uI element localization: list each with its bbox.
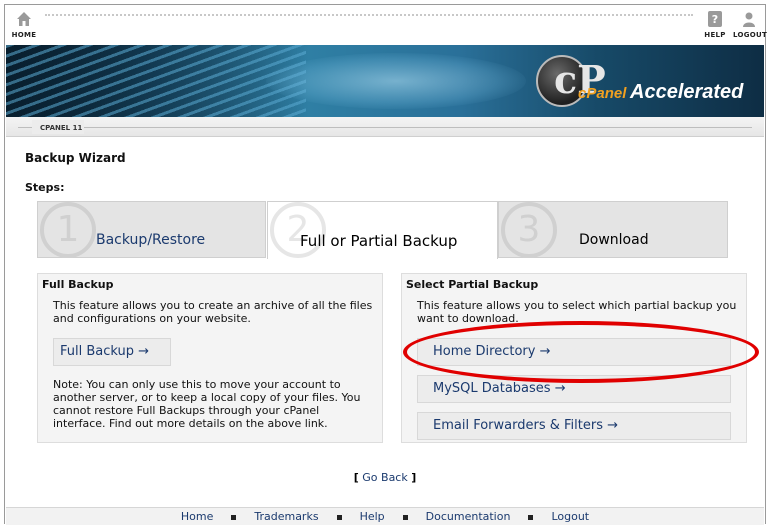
- footer-separator: [336, 514, 342, 520]
- version-label: CPANEL 11: [40, 124, 83, 132]
- logout-label: LOGOUT: [733, 31, 768, 39]
- footer-link-documentation[interactable]: Documentation: [426, 510, 511, 523]
- top-toolbar: HOME ? HELP LOGOUT: [5, 5, 768, 45]
- partial-backup-description: This feature allows you to select which …: [417, 299, 737, 325]
- partial-backup-panel: Select Partial Backup This feature allow…: [401, 273, 747, 443]
- home-link[interactable]: HOME: [11, 11, 37, 39]
- full-backup-heading: Full Backup: [42, 278, 114, 291]
- full-backup-note: Note: You can only use this to move your…: [53, 378, 361, 430]
- home-icon: [17, 12, 31, 26]
- go-back-open-bracket: [: [353, 471, 359, 484]
- step-number-3: 3: [501, 202, 557, 258]
- toolbar-divider: [45, 14, 693, 16]
- step-number-1: 1: [40, 202, 96, 258]
- full-backup-button[interactable]: Full Backup →: [53, 338, 171, 366]
- home-directory-button[interactable]: Home Directory →: [417, 338, 731, 366]
- footer-separator: [528, 514, 534, 520]
- svg-text:?: ?: [712, 13, 718, 26]
- go-back-close-bracket: ]: [411, 471, 417, 484]
- banner-cables-graphic: [6, 45, 306, 117]
- steps-label: Steps:: [25, 181, 65, 194]
- footer-separator: [402, 514, 408, 520]
- step-label-2: Full or Partial Backup: [300, 232, 458, 250]
- logout-link[interactable]: LOGOUT: [733, 11, 768, 39]
- full-backup-description: This feature allows you to create an arc…: [53, 299, 373, 325]
- footer-nav: Home Trademarks Help Documentation Logout: [6, 507, 764, 525]
- banner-world-map-graphic: [266, 53, 526, 109]
- footer-link-logout[interactable]: Logout: [551, 510, 589, 523]
- step-tab-backup-restore[interactable]: 1 Backup/Restore: [37, 201, 266, 258]
- step-tab-full-partial-backup: 2 Full or Partial Backup: [267, 201, 498, 259]
- logout-user-icon: [743, 12, 755, 27]
- step-label-3: Download: [579, 232, 649, 248]
- footer-link-home[interactable]: Home: [181, 510, 213, 523]
- cpanel-brand-text: cPanel: [578, 85, 627, 102]
- partial-backup-heading: Select Partial Backup: [406, 278, 539, 291]
- page-frame: HOME ? HELP LOGOUT cP cPanel Accelerated…: [4, 4, 768, 525]
- full-backup-panel: Full Backup This feature allows you to c…: [37, 273, 383, 443]
- mysql-databases-button[interactable]: MySQL Databases →: [417, 375, 731, 403]
- help-link[interactable]: ? HELP: [703, 11, 727, 39]
- go-back-link[interactable]: Go Back: [362, 471, 407, 484]
- footer-link-help[interactable]: Help: [360, 510, 385, 523]
- email-forwarders-filters-button[interactable]: Email Forwarders & Filters →: [417, 412, 731, 440]
- page-title: Backup Wizard: [25, 151, 126, 165]
- footer-separator: [231, 514, 237, 520]
- step-label-1: Backup/Restore: [96, 232, 206, 248]
- accelerated-brand-text: Accelerated: [630, 81, 744, 103]
- version-bar: CPANEL 11: [6, 117, 764, 137]
- version-bar-rule: [18, 127, 752, 128]
- go-back-row: [ Go Back ]: [5, 471, 765, 484]
- cpanel-banner: cP cPanel Accelerated: [6, 45, 764, 117]
- step-tab-download: 3 Download: [498, 201, 728, 258]
- footer-link-trademarks[interactable]: Trademarks: [254, 510, 318, 523]
- help-icon: ?: [708, 11, 722, 27]
- help-label: HELP: [704, 31, 726, 39]
- home-label: HOME: [11, 31, 37, 39]
